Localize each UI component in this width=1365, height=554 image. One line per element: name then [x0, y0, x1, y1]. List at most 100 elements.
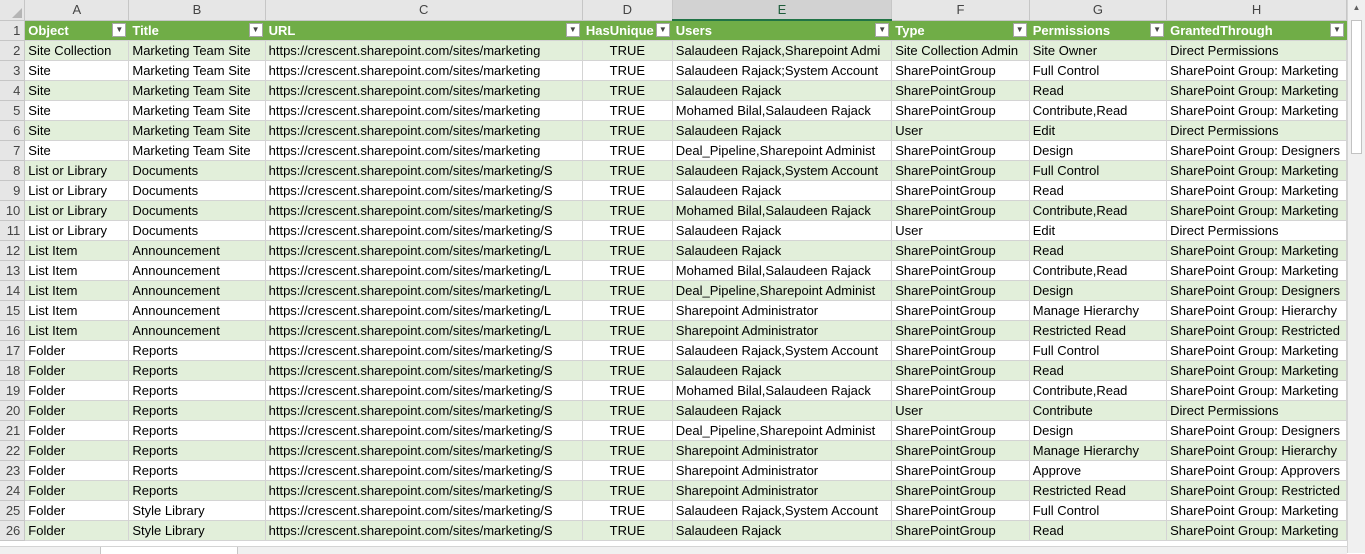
cell-title[interactable]: Documents — [128, 220, 266, 241]
cell-permissions[interactable]: Read — [1029, 240, 1168, 261]
row-header[interactable]: 26 — [0, 520, 26, 541]
cell-url[interactable]: https://crescent.sharepoint.com/sites/ma… — [265, 480, 583, 501]
cell-url[interactable]: https://crescent.sharepoint.com/sites/ma… — [265, 200, 583, 221]
cell-users[interactable]: Salaudeen Rajack — [672, 80, 893, 101]
filter-dropdown-icon[interactable]: ▼ — [655, 22, 670, 37]
cell-grantedthrough[interactable]: SharePoint Group: Restricted — [1166, 480, 1347, 501]
cell-grantedthrough[interactable]: SharePoint Group: Marketing — [1166, 500, 1347, 521]
cell-type[interactable]: SharePointGroup — [891, 460, 1030, 481]
cell-grantedthrough[interactable]: SharePoint Group: Marketing — [1166, 180, 1347, 201]
cell-type[interactable]: SharePointGroup — [891, 100, 1030, 121]
cell-object[interactable]: Site — [24, 100, 130, 121]
cell-title[interactable]: Style Library — [128, 500, 266, 521]
column-header-f[interactable]: F — [891, 0, 1030, 21]
cell-users[interactable]: Mohamed Bilal,Salaudeen Rajack — [672, 380, 893, 401]
cell-object[interactable]: List or Library — [24, 220, 130, 241]
filter-dropdown-icon[interactable]: ▼ — [1330, 22, 1344, 37]
column-header-d[interactable]: D — [582, 0, 673, 21]
cell-title[interactable]: Reports — [128, 420, 266, 441]
cell-type[interactable]: User — [891, 220, 1030, 241]
row-header[interactable]: 7 — [0, 140, 26, 161]
cell-grantedthrough[interactable]: SharePoint Group: Hierarchy — [1166, 440, 1347, 461]
cell-url[interactable]: https://crescent.sharepoint.com/sites/ma… — [265, 60, 583, 81]
cell-type[interactable]: Site Collection Admin — [891, 40, 1030, 61]
cell-permissions[interactable]: Contribute — [1029, 400, 1168, 421]
row-header[interactable]: 23 — [0, 460, 26, 481]
cell-object[interactable]: Site — [24, 80, 130, 101]
filter-dropdown-icon[interactable]: ▼ — [248, 22, 263, 37]
cell-permissions[interactable]: Read — [1029, 80, 1168, 101]
cell-hasunique[interactable]: TRUE — [582, 120, 673, 141]
filter-dropdown-icon[interactable]: ▼ — [1150, 22, 1165, 37]
cell-object[interactable]: Site Collection — [24, 40, 130, 61]
cell-title[interactable]: Reports — [128, 360, 266, 381]
cell-hasunique[interactable]: TRUE — [582, 500, 673, 521]
cell-users[interactable]: Sharepoint Administrator — [672, 300, 893, 321]
cell-grantedthrough[interactable]: Direct Permissions — [1166, 120, 1347, 141]
cell-title[interactable]: Reports — [128, 380, 266, 401]
cell-object[interactable]: Site — [24, 60, 130, 81]
row-header[interactable]: 2 — [0, 40, 26, 61]
row-header[interactable]: 6 — [0, 120, 26, 141]
column-header-h[interactable]: H — [1166, 0, 1347, 21]
cell-title[interactable]: Reports — [128, 340, 266, 361]
cell-hasunique[interactable]: TRUE — [582, 340, 673, 361]
cell-url[interactable]: https://crescent.sharepoint.com/sites/ma… — [265, 140, 583, 161]
cell-grantedthrough[interactable]: SharePoint Group: Marketing — [1166, 380, 1347, 401]
cell-permissions[interactable]: Manage Hierarchy — [1029, 440, 1168, 461]
cell-hasunique[interactable]: TRUE — [582, 420, 673, 441]
cell-users[interactable]: Deal_Pipeline,Sharepoint Administ — [672, 140, 893, 161]
cell-permissions[interactable]: Contribute,Read — [1029, 380, 1168, 401]
cell-title[interactable]: Marketing Team Site — [128, 60, 266, 81]
cell-grantedthrough[interactable]: Direct Permissions — [1166, 220, 1347, 241]
cell-users[interactable]: Sharepoint Administrator — [672, 440, 893, 461]
cell-grantedthrough[interactable]: SharePoint Group: Marketing — [1166, 200, 1347, 221]
cell-type[interactable]: SharePointGroup — [891, 200, 1030, 221]
row-header[interactable]: 16 — [0, 320, 26, 341]
cell-users[interactable]: Salaudeen Rajack — [672, 360, 893, 381]
cell-type[interactable]: SharePointGroup — [891, 180, 1030, 201]
cell-title[interactable]: Announcement — [128, 300, 266, 321]
filter-dropdown-icon[interactable]: ▼ — [565, 22, 580, 37]
header-cell[interactable]: Type ▼ — [891, 20, 1030, 41]
cell-users[interactable]: Salaudeen Rajack,System Account — [672, 160, 893, 181]
cell-hasunique[interactable]: TRUE — [582, 440, 673, 461]
cell-permissions[interactable]: Restricted Read — [1029, 480, 1168, 501]
cell-type[interactable]: SharePointGroup — [891, 500, 1030, 521]
cell-users[interactable]: Mohamed Bilal,Salaudeen Rajack — [672, 260, 893, 281]
cell-type[interactable]: SharePointGroup — [891, 280, 1030, 301]
cell-title[interactable]: Announcement — [128, 260, 266, 281]
cell-grantedthrough[interactable]: SharePoint Group: Marketing — [1166, 360, 1347, 381]
cell-permissions[interactable]: Full Control — [1029, 500, 1168, 521]
row-header[interactable]: 8 — [0, 160, 26, 181]
cell-hasunique[interactable]: TRUE — [582, 40, 673, 61]
cell-type[interactable]: SharePointGroup — [891, 140, 1030, 161]
cell-type[interactable]: SharePointGroup — [891, 260, 1030, 281]
row-header[interactable]: 25 — [0, 500, 26, 521]
cell-users[interactable]: Salaudeen Rajack — [672, 120, 893, 141]
row-header[interactable]: 14 — [0, 280, 26, 301]
cell-hasunique[interactable]: TRUE — [582, 240, 673, 261]
cell-url[interactable]: https://crescent.sharepoint.com/sites/ma… — [265, 220, 583, 241]
filter-dropdown-icon[interactable]: ▼ — [875, 23, 890, 37]
cell-url[interactable]: https://crescent.sharepoint.com/sites/ma… — [265, 440, 583, 461]
cell-permissions[interactable]: Contribute,Read — [1029, 260, 1168, 281]
cell-permissions[interactable]: Design — [1029, 280, 1168, 301]
cell-grantedthrough[interactable]: SharePoint Group: Marketing — [1166, 80, 1347, 101]
cell-title[interactable]: Announcement — [128, 280, 266, 301]
cell-type[interactable]: SharePointGroup — [891, 420, 1030, 441]
cell-url[interactable]: https://crescent.sharepoint.com/sites/ma… — [265, 360, 583, 381]
cell-grantedthrough[interactable]: Direct Permissions — [1166, 400, 1347, 421]
cell-users[interactable]: Salaudeen Rajack — [672, 400, 893, 421]
row-header[interactable]: 22 — [0, 440, 26, 461]
cell-hasunique[interactable]: TRUE — [582, 400, 673, 421]
cell-object[interactable]: List Item — [24, 320, 130, 341]
cell-type[interactable]: SharePointGroup — [891, 520, 1030, 541]
cell-users[interactable]: Deal_Pipeline,Sharepoint Administ — [672, 280, 893, 301]
cell-title[interactable]: Reports — [128, 460, 266, 481]
cell-permissions[interactable]: Full Control — [1029, 160, 1168, 181]
cell-hasunique[interactable]: TRUE — [582, 100, 673, 121]
cell-users[interactable]: Salaudeen Rajack,Sharepoint Admi — [672, 40, 893, 61]
column-header-e[interactable]: E — [672, 0, 893, 21]
cell-users[interactable]: Salaudeen Rajack — [672, 520, 893, 541]
